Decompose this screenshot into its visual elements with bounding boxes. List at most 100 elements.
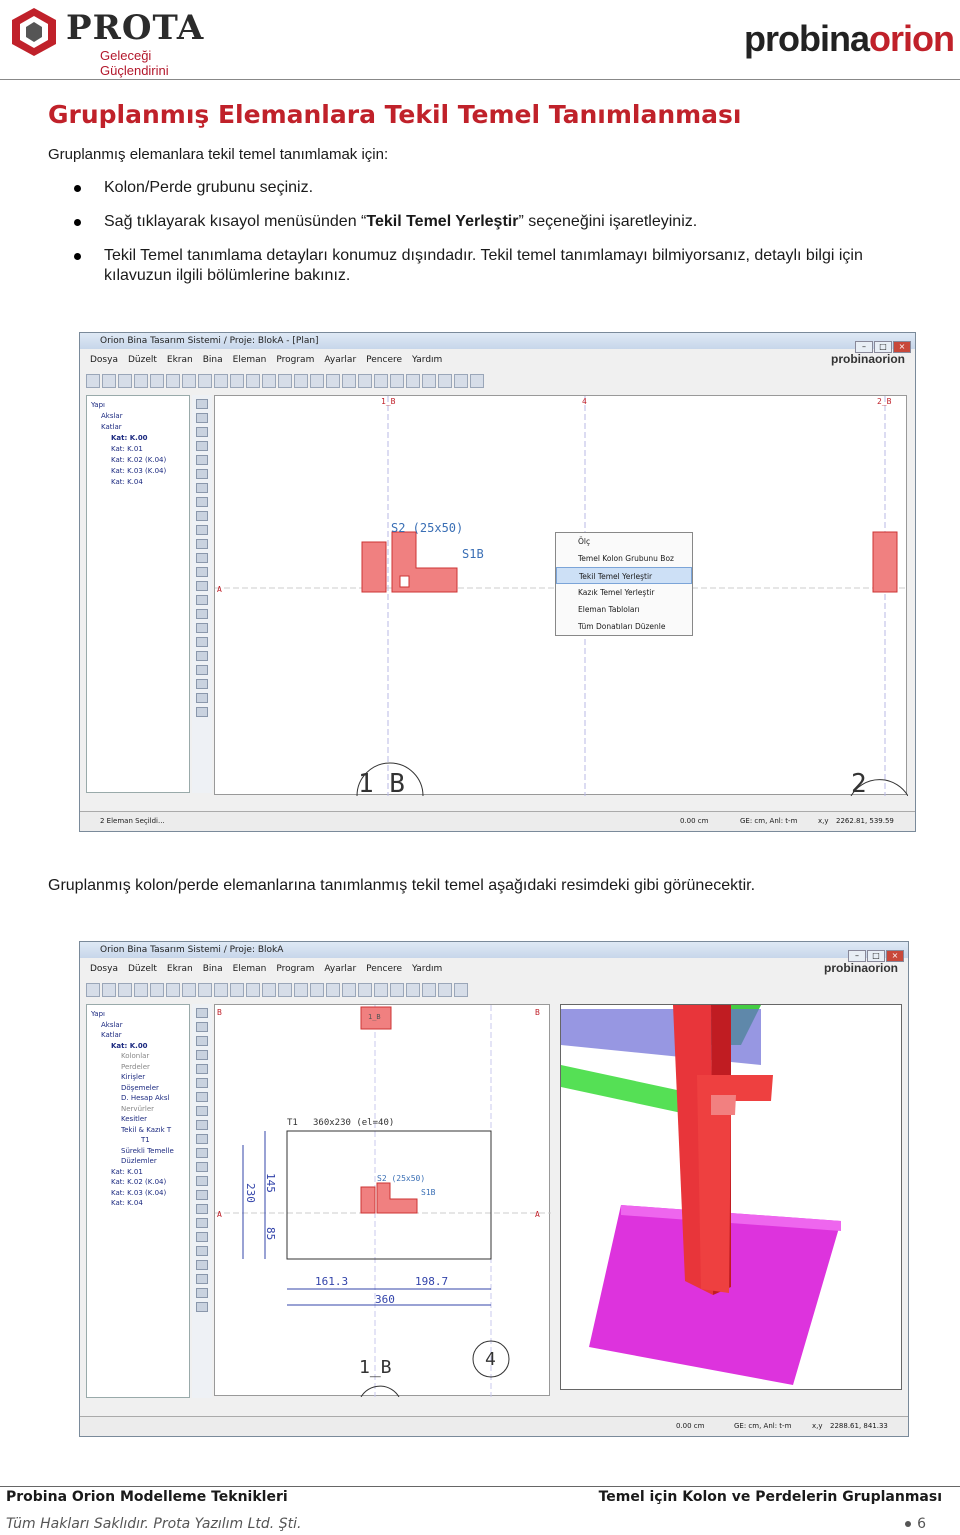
save-icon[interactable] <box>118 374 132 388</box>
menu-dosya[interactable]: Dosya <box>90 964 118 974</box>
tool-icon[interactable] <box>196 1218 208 1228</box>
zoom-in-icon[interactable] <box>196 399 208 409</box>
tree-item[interactable]: Döşemeler <box>91 1083 185 1094</box>
tree-item[interactable]: Kat: K.03 (K.04) <box>91 466 185 477</box>
menu-yardim[interactable]: Yardım <box>412 964 442 974</box>
tool-icon[interactable] <box>196 1246 208 1256</box>
menu-pencere[interactable]: Pencere <box>366 355 402 365</box>
table-icon[interactable] <box>438 983 452 997</box>
column-s2[interactable] <box>361 541 387 593</box>
menu-duzelt[interactable]: Düzelt <box>128 964 157 974</box>
tool-icon[interactable] <box>196 665 208 675</box>
pan-icon[interactable] <box>196 441 208 451</box>
menu-ekran[interactable]: Ekran <box>167 964 193 974</box>
column-right[interactable] <box>872 531 898 593</box>
tool-icon[interactable] <box>196 581 208 591</box>
stairs-icon[interactable] <box>374 983 388 997</box>
tool-icon[interactable] <box>196 567 208 577</box>
tool-icon[interactable] <box>196 1288 208 1298</box>
tool-icon[interactable] <box>196 707 208 717</box>
tree-item[interactable]: Kesitler <box>91 1114 185 1125</box>
tool-icon[interactable] <box>196 1302 208 1312</box>
dxf-icon[interactable] <box>182 374 196 388</box>
tool-icon[interactable] <box>196 1176 208 1186</box>
pan-icon[interactable] <box>196 1050 208 1060</box>
tree-item[interactable]: Kat: K.01 <box>91 444 185 455</box>
undo-icon[interactable] <box>214 374 228 388</box>
stairs-icon[interactable] <box>374 374 388 388</box>
print-icon[interactable] <box>134 983 148 997</box>
tree-item[interactable]: Kolonlar <box>91 1051 185 1062</box>
grid-icon[interactable] <box>422 374 436 388</box>
menu-bina[interactable]: Bina <box>203 355 223 365</box>
slab-icon[interactable] <box>342 983 356 997</box>
menu-duzelt[interactable]: Düzelt <box>128 355 157 365</box>
column-icon[interactable] <box>294 374 308 388</box>
dimension-icon[interactable] <box>406 374 420 388</box>
tool-icon[interactable] <box>196 1134 208 1144</box>
axis-icon[interactable] <box>278 374 292 388</box>
menu-dosya[interactable]: Dosya <box>90 355 118 365</box>
tree-item[interactable]: Düzlemler <box>91 1156 185 1167</box>
foundation-icon[interactable] <box>358 983 372 997</box>
menu-ekran[interactable]: Ekran <box>167 355 193 365</box>
zoom-window-icon[interactable] <box>196 1036 208 1046</box>
copy-icon[interactable] <box>150 374 164 388</box>
layer-icon[interactable] <box>196 469 208 479</box>
undo-icon[interactable] <box>214 983 228 997</box>
tree-item[interactable]: Kat: K.04 <box>91 477 185 488</box>
tool-icon[interactable] <box>196 553 208 563</box>
tree-item[interactable]: Kat: K.02 (K.04) <box>91 1177 185 1188</box>
tool-icon[interactable] <box>196 1092 208 1102</box>
dimension-icon[interactable] <box>406 983 420 997</box>
zoom-out-icon[interactable] <box>196 413 208 423</box>
menu-item-donatilar[interactable]: Tüm Donatıları Düzenle <box>556 618 692 635</box>
tree-item[interactable]: Akslar <box>91 411 185 422</box>
tree-item[interactable]: Kat: K.02 (K.04) <box>91 455 185 466</box>
menu-item-kazik-temel[interactable]: Kazık Temel Yerleştir <box>556 584 692 601</box>
tool-icon[interactable] <box>196 623 208 633</box>
select-icon[interactable] <box>262 374 276 388</box>
tool-icon[interactable] <box>196 525 208 535</box>
new-file-icon[interactable] <box>86 374 100 388</box>
menu-program[interactable]: Program <box>276 964 314 974</box>
tool-icon[interactable] <box>196 1120 208 1130</box>
tool-icon[interactable] <box>196 1190 208 1200</box>
cursor-icon[interactable] <box>246 983 260 997</box>
cursor-icon[interactable] <box>246 374 260 388</box>
report-icon[interactable] <box>454 983 468 997</box>
zoom-window-icon[interactable] <box>196 427 208 437</box>
plan-canvas[interactable]: B B A A 1_B T1 360x230 (el=40) S2 (25x50… <box>214 1004 551 1398</box>
zoom-out-icon[interactable] <box>196 1022 208 1032</box>
tree-item[interactable]: Sürekli Temelle <box>91 1146 185 1157</box>
redo-icon[interactable] <box>230 374 244 388</box>
menu-eleman[interactable]: Eleman <box>233 964 267 974</box>
open-file-icon[interactable] <box>102 374 116 388</box>
tool-icon[interactable] <box>196 1162 208 1172</box>
calc-icon[interactable] <box>470 374 484 388</box>
new-file-icon[interactable] <box>86 983 100 997</box>
tree-item[interactable]: Kirişler <box>91 1072 185 1083</box>
menu-item-tekil-temel[interactable]: Tekil Temel Yerleştir <box>556 567 692 584</box>
wall-icon[interactable] <box>326 983 340 997</box>
paste-icon[interactable] <box>166 374 180 388</box>
tool-icon[interactable] <box>196 693 208 703</box>
menu-ayarlar[interactable]: Ayarlar <box>324 355 356 365</box>
open-file-icon[interactable] <box>102 983 116 997</box>
menu-item-grup-boz[interactable]: Temel Kolon Grubunu Boz <box>556 550 692 567</box>
beam-icon[interactable] <box>310 983 324 997</box>
section-icon[interactable] <box>390 374 404 388</box>
select-icon[interactable] <box>262 983 276 997</box>
dxf-icon[interactable] <box>182 983 196 997</box>
pdf-icon[interactable] <box>198 983 212 997</box>
tool-icon[interactable] <box>196 609 208 619</box>
menu-item-olc[interactable]: Ölç <box>556 533 692 550</box>
tree-item[interactable]: Kat: K.04 <box>91 1198 185 1209</box>
tool-icon[interactable] <box>196 539 208 549</box>
beam-icon[interactable] <box>310 374 324 388</box>
tool-icon[interactable] <box>196 651 208 661</box>
tool-icon[interactable] <box>196 595 208 605</box>
tree-item[interactable]: Yapı <box>91 400 185 411</box>
tool-icon[interactable] <box>196 511 208 521</box>
menu-eleman[interactable]: Eleman <box>233 355 267 365</box>
